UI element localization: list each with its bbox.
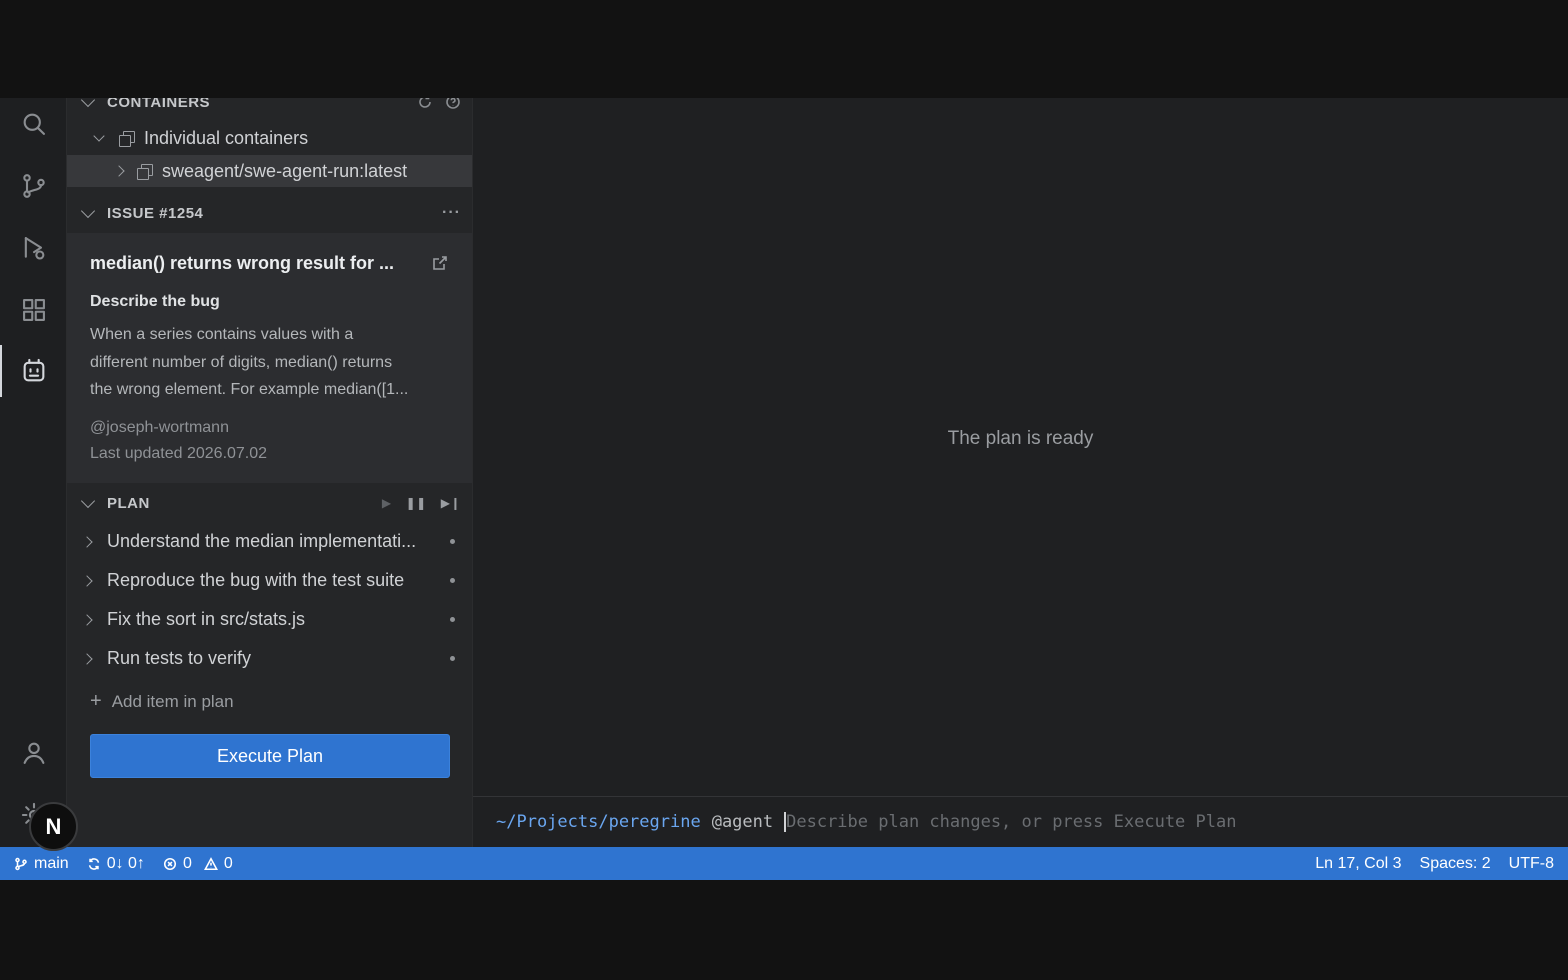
plan-section-title: PLAN bbox=[107, 494, 150, 512]
plan-controls: ▶ ❚❚ ▶❙ bbox=[382, 496, 461, 510]
cursor-position[interactable]: Ln 17, Col 3 bbox=[1315, 855, 1401, 873]
warning-count: 0 bbox=[223, 854, 233, 872]
search-icon bbox=[23, 113, 45, 135]
more-icon[interactable]: ··· bbox=[442, 204, 461, 222]
containers-section-header[interactable]: CONTAINERS bbox=[67, 98, 472, 118]
chevron-right-icon bbox=[81, 613, 93, 626]
chevron-right-icon bbox=[81, 652, 93, 665]
external-link-icon bbox=[433, 256, 447, 270]
plan-item-label: Understand the median implementati... bbox=[107, 531, 417, 551]
source-control-icon bbox=[22, 174, 45, 198]
prompt-agent: @agent bbox=[711, 812, 774, 832]
tree-item-label: sweagent/swe-agent-run:latest bbox=[162, 160, 408, 181]
editor-area: The plan is ready bbox=[473, 98, 1568, 796]
sync-counts: 0↓ 0↑ bbox=[106, 854, 145, 872]
prompt-cwd: ~/Projects/peregrine bbox=[496, 812, 701, 832]
problems-indicator[interactable]: 0 0 bbox=[163, 855, 233, 873]
chevron-right-icon bbox=[81, 574, 93, 587]
git-branch-icon bbox=[15, 857, 27, 870]
run-debug-button[interactable] bbox=[0, 222, 67, 274]
issue-section-header[interactable]: ISSUE #1254 ··· bbox=[67, 197, 472, 229]
status-dot-icon bbox=[450, 617, 455, 622]
app-badge[interactable]: N bbox=[29, 802, 78, 851]
branch-indicator[interactable]: main bbox=[14, 855, 69, 873]
add-plan-item-label: Add item in plan bbox=[111, 691, 234, 711]
add-plan-item-button[interactable]: + Add item in plan bbox=[90, 690, 234, 713]
plan-item[interactable]: Fix the sort in src/stats.js bbox=[67, 600, 472, 639]
chevron-down-icon bbox=[80, 98, 96, 107]
issue-section-title: ISSUE #1254 bbox=[107, 204, 204, 222]
agent-button[interactable] bbox=[0, 345, 67, 397]
help-icon[interactable] bbox=[445, 98, 461, 110]
plan-item-label: Fix the sort in src/stats.js bbox=[107, 609, 306, 629]
plan-item[interactable]: Understand the median implementati... bbox=[67, 522, 472, 561]
tree-item-container[interactable]: sweagent/swe-agent-run:latest bbox=[67, 155, 472, 187]
chevron-right-icon bbox=[113, 165, 125, 177]
chevron-right-icon bbox=[81, 535, 93, 548]
error-icon bbox=[163, 857, 176, 870]
top-margin bbox=[0, 0, 1568, 98]
agent-icon bbox=[23, 358, 44, 382]
issue-title: median() returns wrong result for ... bbox=[90, 253, 395, 273]
plan-item-label: Reproduce the bug with the test suite bbox=[107, 570, 405, 590]
extensions-icon bbox=[22, 299, 45, 321]
source-control-button[interactable] bbox=[0, 160, 67, 212]
indentation[interactable]: Spaces: 2 bbox=[1420, 855, 1491, 873]
containers-actions bbox=[417, 98, 461, 110]
execute-plan-button[interactable]: Execute Plan bbox=[90, 734, 450, 778]
agent-prompt: ~/Projects/peregrine @agent bbox=[473, 796, 1568, 847]
container-group-icon bbox=[119, 130, 135, 147]
sync-icon bbox=[88, 857, 99, 870]
bottom-margin bbox=[0, 880, 1568, 980]
issue-body: When a series contains values with a dif… bbox=[90, 326, 409, 398]
open-external-button[interactable] bbox=[431, 254, 449, 272]
activity-bar bbox=[0, 98, 67, 847]
chevron-down-icon bbox=[80, 493, 96, 508]
skip-next-icon[interactable]: ▶❙ bbox=[441, 496, 461, 510]
issue-author: @joseph-wortmann bbox=[90, 419, 229, 436]
plan-item[interactable]: Run tests to verify bbox=[67, 639, 472, 678]
pause-icon[interactable]: ❚❚ bbox=[406, 496, 427, 510]
status-dot-icon bbox=[450, 539, 455, 544]
plan-item[interactable]: Reproduce the bug with the test suite bbox=[67, 561, 472, 600]
play-icon[interactable]: ▶ bbox=[382, 496, 392, 510]
badge-letter: N bbox=[45, 813, 62, 839]
refresh-icon[interactable] bbox=[417, 98, 433, 110]
status-dot-icon bbox=[450, 656, 455, 661]
containers-section-title: CONTAINERS bbox=[107, 98, 211, 111]
issue-card: median() returns wrong result for ... De… bbox=[67, 233, 472, 483]
prompt-input[interactable] bbox=[786, 812, 1487, 832]
run-debug-icon bbox=[24, 237, 44, 260]
error-count: 0 bbox=[182, 854, 192, 872]
status-dot-icon bbox=[450, 578, 455, 583]
plus-icon: + bbox=[90, 690, 102, 712]
container-icon bbox=[137, 163, 153, 180]
editor-message: The plan is ready bbox=[947, 428, 1094, 449]
branch-name: main bbox=[34, 854, 69, 872]
plan-section-header[interactable]: PLAN ▶ ❚❚ ▶❙ bbox=[67, 487, 472, 519]
plan-item-label: Run tests to verify bbox=[107, 648, 252, 668]
extensions-button[interactable] bbox=[0, 284, 67, 336]
issue-updated: Last updated 2026.07.02 bbox=[90, 445, 268, 462]
account-icon bbox=[23, 742, 44, 764]
search-button[interactable] bbox=[0, 98, 67, 150]
encoding[interactable]: UTF-8 bbox=[1509, 855, 1554, 873]
issue-subtitle: Describe the bug bbox=[90, 293, 220, 310]
tree-group-label: Individual containers bbox=[144, 127, 309, 148]
account-button[interactable] bbox=[0, 727, 67, 779]
chevron-down-icon bbox=[93, 129, 105, 142]
issue-actions: ··· bbox=[442, 204, 461, 222]
chevron-down-icon bbox=[80, 203, 96, 218]
status-bar: main 0↓ 0↑ 0 0 Ln 17, Col 3 Spaces: 2 UT… bbox=[0, 847, 1568, 880]
warning-icon bbox=[203, 856, 218, 870]
tree-group-individual-containers[interactable]: Individual containers bbox=[67, 122, 472, 154]
sidebar: CONTAINERS Individual containers sweagen… bbox=[67, 98, 473, 847]
sync-indicator[interactable]: 0↓ 0↑ bbox=[87, 855, 145, 873]
